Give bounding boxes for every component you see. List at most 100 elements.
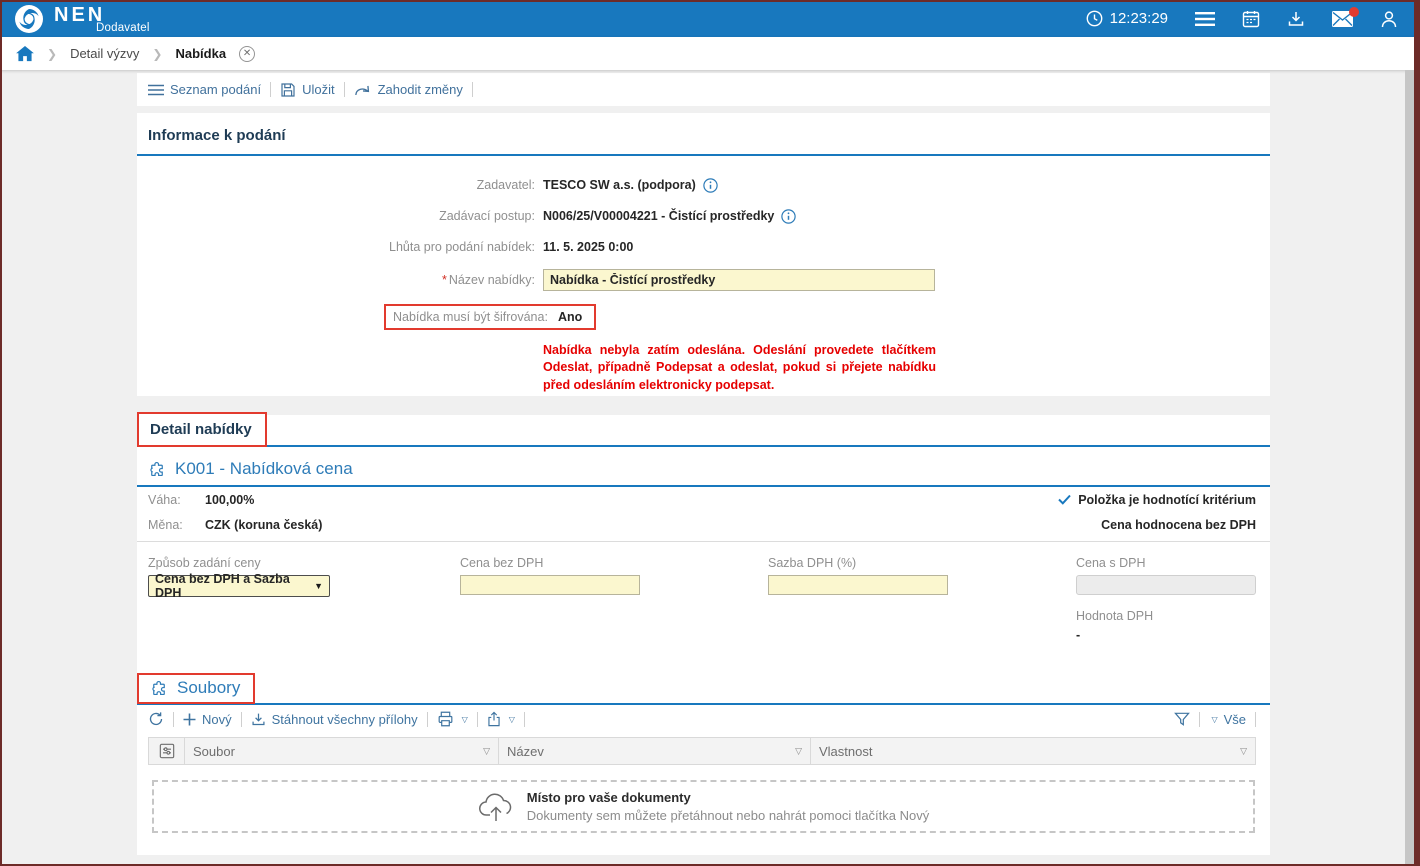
required-mark: * xyxy=(442,273,447,287)
cena-bez-dph-input[interactable] xyxy=(460,575,640,595)
filter-caret-icon[interactable]: ▽ xyxy=(795,746,802,757)
field-zadavatel: Zadavatel: TESCO SW a.s. (podpora) xyxy=(148,176,1270,194)
mena-label: Měna: xyxy=(148,518,205,532)
file-dropzone[interactable]: Místo pro vaše dokumenty Dokumenty sem m… xyxy=(152,780,1255,833)
field-lhuta: Lhůta pro podání nabídek: 11. 5. 2025 0:… xyxy=(148,238,1270,256)
sazba-dph-input[interactable] xyxy=(768,575,948,595)
mena-value: CZK (koruna česká) xyxy=(205,518,322,532)
puzzle-icon xyxy=(148,460,166,478)
vertical-scrollbar[interactable] xyxy=(1405,70,1414,864)
check-icon xyxy=(1058,494,1071,505)
top-bar: NEN Dodavatel 12:23:29 xyxy=(0,0,1420,37)
funnel-icon xyxy=(1174,712,1190,726)
zpusob-label: Způsob zadání ceny xyxy=(148,556,460,570)
lhuta-value: 11. 5. 2025 0:00 xyxy=(543,240,633,254)
close-tab-icon[interactable]: ✕ xyxy=(239,46,255,62)
hodnoceni-text: Cena hodnocena bez DPH xyxy=(1101,518,1256,532)
nazev-nabidky-input[interactable] xyxy=(543,269,935,291)
chevron-down-icon: ▽ xyxy=(1211,715,1217,724)
filter-caret-icon[interactable]: ▽ xyxy=(1240,746,1247,757)
filter-button[interactable] xyxy=(1174,712,1190,726)
files-table-header: Soubor▽ Název▽ Vlastnost▽ xyxy=(148,737,1256,765)
breadcrumb-item-detail-vyzvy[interactable]: Detail výzvy xyxy=(70,46,139,61)
info-icon[interactable] xyxy=(703,178,718,193)
zadavatel-value: TESCO SW a.s. (podpora) xyxy=(543,178,696,192)
vaha-label: Váha: xyxy=(148,493,205,507)
detail-nabidky-section: Detail nabídky K001 - Nabídková cena Váh… xyxy=(137,415,1270,855)
separator xyxy=(270,82,271,97)
cena-s-dph-input xyxy=(1076,575,1256,595)
postup-value: N006/25/V00004221 - Čistící prostředky xyxy=(543,209,774,223)
mena-row: Měna: CZK (koruna česká) Cena hodnocena … xyxy=(137,512,1270,537)
export-button[interactable]: ▽ xyxy=(487,711,515,727)
filter-vse-button[interactable]: ▽ Vše xyxy=(1209,712,1246,727)
vaha-value: 100,00% xyxy=(205,493,254,507)
dropzone-title: Místo pro vaše dokumenty xyxy=(527,790,930,805)
sifrovana-value: Ano xyxy=(558,310,582,324)
calendar-icon[interactable] xyxy=(1242,10,1260,28)
zadavatel-label: Zadavatel: xyxy=(148,178,535,192)
puzzle-icon xyxy=(150,679,168,697)
chevron-down-icon: ▼ xyxy=(314,581,323,591)
nen-logo-icon xyxy=(14,4,44,34)
main-content: Seznam podání Uložit Zahodit změny Infor… xyxy=(137,70,1270,855)
discard-changes-button[interactable]: Zahodit změny xyxy=(354,82,463,97)
separator xyxy=(1255,712,1256,727)
filter-caret-icon[interactable]: ▽ xyxy=(483,746,490,757)
chevron-down-icon: ▽ xyxy=(509,715,515,724)
share-icon xyxy=(487,711,501,727)
separator xyxy=(173,712,174,727)
seznam-podani-button[interactable]: Seznam podání xyxy=(148,82,261,97)
menu-icon[interactable] xyxy=(1195,11,1215,27)
separator xyxy=(241,712,242,727)
separator xyxy=(477,712,478,727)
breadcrumb-item-nabidka[interactable]: Nabídka xyxy=(175,46,226,61)
column-header-vlastnost[interactable]: Vlastnost▽ xyxy=(811,738,1255,764)
sifrovana-label: Nabídka musí být šifrována: xyxy=(393,310,548,324)
nazev-label: Název nabídky: xyxy=(449,273,535,287)
cloud-upload-icon xyxy=(478,791,514,823)
field-zadavaci-postup: Zadávací postup: N006/25/V00004221 - Čis… xyxy=(148,207,1270,225)
breadcrumb-separator-icon: ❯ xyxy=(47,47,57,61)
download-icon xyxy=(251,712,266,727)
info-icon[interactable] xyxy=(781,209,796,224)
new-file-button[interactable]: Nový xyxy=(183,712,232,727)
messages-icon[interactable] xyxy=(1332,11,1353,27)
home-icon[interactable] xyxy=(16,46,34,62)
save-button[interactable]: Uložit xyxy=(280,82,335,98)
notification-dot xyxy=(1349,7,1359,17)
sazba-dph-cell: Sazba DPH (%) xyxy=(768,556,1076,642)
vaha-row: Váha: 100,00% Položka je hodnotící krité… xyxy=(137,487,1270,512)
separator xyxy=(524,712,525,727)
brand-subtitle: Dodavatel xyxy=(96,22,150,34)
kriterium-text: Položka je hodnotící kritérium xyxy=(1078,493,1256,507)
separator xyxy=(344,82,345,97)
download-icon[interactable] xyxy=(1287,10,1305,28)
brand: NEN Dodavatel xyxy=(14,0,144,37)
print-button[interactable]: ▽ xyxy=(437,711,468,727)
cena-s-dph-cell: Cena s DPH Hodnota DPH - xyxy=(1076,556,1259,642)
breadcrumb: ❯ Detail výzvy ❯ Nabídka ✕ xyxy=(0,37,1420,70)
breadcrumb-separator-icon: ❯ xyxy=(152,47,162,61)
printer-icon xyxy=(437,711,454,727)
hodnota-dph-label: Hodnota DPH xyxy=(1076,609,1259,623)
sliders-icon xyxy=(159,743,175,759)
clock-time: 12:23:29 xyxy=(1110,10,1168,27)
zpusob-zadani-cell: Způsob zadání ceny Cena bez DPH a Sazba … xyxy=(148,556,460,642)
column-header-soubor[interactable]: Soubor▽ xyxy=(185,738,499,764)
plus-icon xyxy=(183,713,196,726)
cena-bez-dph-label: Cena bez DPH xyxy=(460,556,768,570)
clock-icon xyxy=(1086,10,1103,27)
k001-header: K001 - Nabídková cena xyxy=(137,459,1270,487)
k001-title: K001 - Nabídková cena xyxy=(175,459,353,479)
user-icon[interactable] xyxy=(1380,10,1398,28)
separator xyxy=(472,82,473,97)
action-toolbar: Seznam podání Uložit Zahodit změny xyxy=(137,73,1270,106)
refresh-icon xyxy=(148,711,164,727)
download-all-button[interactable]: Stáhnout všechny přílohy xyxy=(251,712,418,727)
column-header-nazev[interactable]: Název▽ xyxy=(499,738,811,764)
zpusob-zadani-select[interactable]: Cena bez DPH a Sazba DPH ▼ xyxy=(148,575,330,597)
refresh-button[interactable] xyxy=(148,711,164,727)
column-settings-button[interactable] xyxy=(149,738,185,764)
undo-icon xyxy=(354,83,372,97)
